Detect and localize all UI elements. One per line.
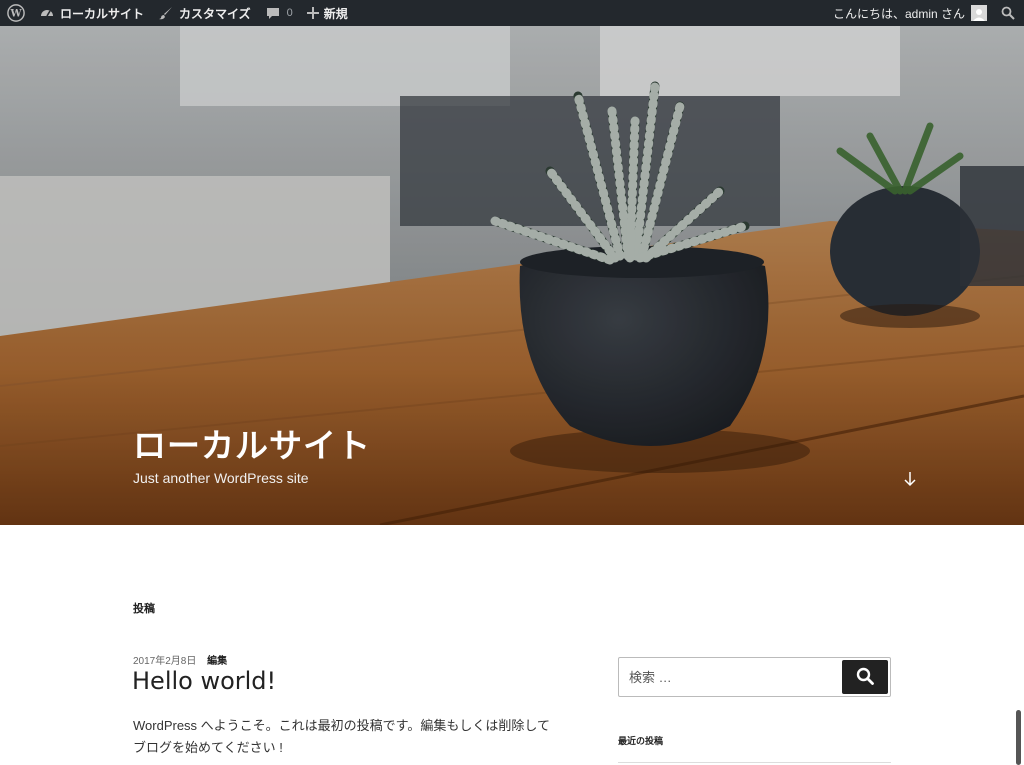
search-input[interactable] [619, 658, 841, 696]
comments-menu[interactable]: 0 [258, 0, 300, 26]
greeting-text: こんにちは、admin さん [832, 6, 965, 21]
avatar [971, 5, 987, 21]
admin-bar: W ローカルサイト カスタマイズ 0 新規 こんにちは、admin さん [0, 0, 1024, 26]
arrow-down-icon [900, 472, 920, 493]
divider [618, 762, 891, 763]
wordpress-logo-menu[interactable]: W [0, 0, 32, 26]
post-excerpt-line: ブログを始めてください ! [133, 740, 283, 755]
comments-count: 0 [286, 7, 293, 19]
plus-icon [306, 7, 319, 19]
new-content-menu[interactable]: 新規 [300, 0, 355, 26]
search-icon [1001, 6, 1015, 20]
post-date-link[interactable]: 2017年2月8日 [133, 656, 196, 667]
paintbrush-icon [158, 5, 174, 21]
search-icon [856, 667, 874, 688]
scroll-down-arrow[interactable] [900, 469, 920, 489]
site-name-menu[interactable]: ローカルサイト [32, 0, 151, 26]
post-meta: 2017年2月8日 編集 [133, 652, 227, 667]
custom-header: ローカルサイト Just another WordPress site [0, 26, 1024, 525]
admin-search-button[interactable] [994, 0, 1024, 26]
post-title-link[interactable]: Hello world! [132, 667, 276, 695]
search-button[interactable] [842, 660, 888, 694]
page-scrollbar[interactable] [1016, 710, 1021, 765]
customize-label: カスタマイズ [179, 6, 251, 21]
sidebar-search-form [618, 657, 891, 697]
post-excerpt: WordPress へようこそ。これは最初の投稿です。編集もしくは削除して ブロ… [133, 715, 593, 759]
customize-menu[interactable]: カスタマイズ [151, 0, 258, 26]
post-excerpt-line: WordPress へようこそ。これは最初の投稿です。編集もしくは削除して [133, 718, 550, 733]
comment-bubble-icon [265, 5, 281, 21]
site-name-label: ローカルサイト [60, 6, 145, 21]
site-description: Just another WordPress site [133, 470, 309, 486]
wordpress-logo-icon: W [7, 4, 25, 22]
my-account-menu[interactable]: こんにちは、admin さん [826, 0, 994, 26]
new-label: 新規 [323, 6, 348, 21]
page-title: 投稿 [133, 603, 155, 615]
recent-posts-title: 最近の投稿 [618, 736, 664, 746]
site-branding: ローカルサイト Just another WordPress site [133, 426, 371, 486]
edit-post-link[interactable]: 編集 [207, 656, 227, 667]
dashboard-icon [39, 5, 55, 21]
site-title[interactable]: ローカルサイト [133, 426, 371, 466]
svg-text:W: W [9, 9, 22, 20]
